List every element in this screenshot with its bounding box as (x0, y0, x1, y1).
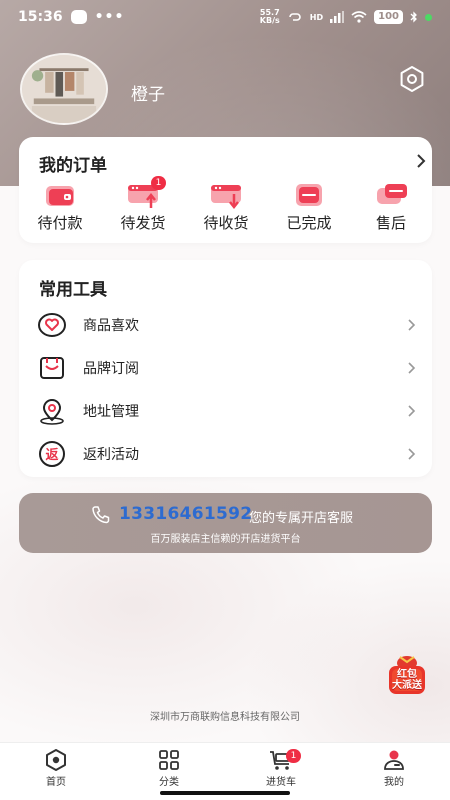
chevron-right-icon (408, 405, 416, 417)
category-icon (159, 750, 179, 770)
orders-card: 我的订单 待付款 1 待发货 待收货 已完成 售后 (19, 137, 432, 243)
customer-service-banner[interactable]: 13316461592 您的专属开店客服 百万服装店主信赖的开店进货平台 (19, 493, 432, 553)
service-phone-number[interactable]: 13316461592 (119, 504, 252, 524)
signal-icon (330, 11, 345, 23)
tool-item-brand-subscription[interactable]: 品牌订阅 (19, 347, 432, 389)
orders-title: 我的订单 (39, 156, 107, 176)
nav-item-home[interactable]: 首页 (26, 749, 86, 788)
tool-label: 品牌订阅 (83, 361, 139, 377)
profile-icon (384, 750, 404, 770)
chevron-right-icon (408, 362, 416, 374)
tool-label: 商品喜欢 (83, 318, 139, 334)
order-pending-shipment[interactable]: 1 待发货 (107, 176, 179, 233)
tool-label: 地址管理 (83, 404, 139, 420)
order-after-sale[interactable]: 售后 (355, 180, 427, 233)
wechat-icon (70, 10, 87, 24)
tool-item-rebate[interactable]: 返 返利活动 (19, 433, 432, 475)
order-label: 已完成 (286, 214, 332, 232)
status-bar: 15:36 ••• 55.7 KB/s HD 100 (0, 0, 450, 34)
service-subtitle: 百万服装店主信赖的开店进货平台 (150, 534, 301, 545)
order-label: 待发货 (120, 214, 166, 232)
nav-label: 首页 (46, 777, 66, 788)
rebate-icon-text: 返 (45, 448, 58, 463)
after-sale-icon (377, 184, 407, 204)
order-label: 售后 (375, 214, 406, 232)
status-time: 15:36 (18, 9, 63, 25)
completed-icon (296, 184, 322, 206)
home-indicator (160, 791, 290, 795)
status-dots: ••• (94, 9, 125, 25)
chevron-right-icon (408, 448, 416, 460)
red-envelope-line2: 大派送 (392, 680, 422, 691)
tools-title: 常用工具 (39, 280, 107, 300)
order-pending-receipt[interactable]: 待收货 (190, 180, 262, 233)
tool-item-address[interactable]: 地址管理 (19, 390, 432, 432)
order-completed[interactable]: 已完成 (273, 180, 345, 233)
net-speed-unit: KB/s (259, 16, 280, 25)
home-icon (46, 749, 66, 771)
order-label: 待付款 (37, 214, 83, 232)
service-label: 您的专属开店客服 (249, 511, 354, 526)
status-indicators: 55.7 KB/s HD 100 (260, 9, 432, 25)
charging-dot (425, 13, 432, 21)
tools-card: 常用工具 商品喜欢 品牌订阅 地址管理 返 返利活动 (19, 260, 432, 477)
bluetooth-icon (410, 11, 417, 23)
battery-indicator: 100 (374, 10, 403, 24)
nav-label: 进货车 (266, 777, 296, 788)
shipment-badge: 1 (151, 176, 166, 190)
red-envelope-text: 红包 大派送 (386, 669, 428, 691)
rebate-icon: 返 (39, 441, 65, 467)
chevron-right-icon (408, 319, 416, 331)
nav-item-profile[interactable]: 我的 (364, 749, 424, 788)
signal-label: HD (309, 12, 324, 22)
wifi-icon (351, 11, 367, 23)
avatar[interactable] (20, 53, 108, 125)
subscribe-icon (40, 357, 64, 379)
settings-icon[interactable] (398, 65, 426, 93)
nav-item-category[interactable]: 分类 (139, 749, 199, 788)
phone-icon (92, 506, 110, 524)
heart-icon (38, 313, 66, 337)
company-name: 深圳市万商联购信息科技有限公司 (150, 712, 300, 723)
username: 橙子 (131, 85, 165, 105)
chevron-right-icon[interactable] (415, 152, 427, 170)
wallet-icon (46, 186, 74, 206)
receive-icon (211, 185, 241, 210)
tool-label: 返利活动 (83, 447, 139, 463)
link-icon (288, 13, 301, 21)
net-speed: 55.7 KB/s (260, 9, 280, 25)
location-icon (40, 398, 64, 425)
cart-badge: 1 (286, 749, 301, 763)
red-envelope-promo[interactable]: 红包 大派送 (386, 653, 428, 699)
order-pending-payment[interactable]: 待付款 (24, 180, 96, 233)
tool-item-favorites[interactable]: 商品喜欢 (19, 304, 432, 346)
order-label: 待收货 (203, 214, 249, 232)
red-envelope-line1: 红包 (397, 669, 417, 680)
avatar-image (22, 55, 106, 123)
nav-item-cart[interactable]: 1 进货车 (251, 749, 311, 788)
nav-label: 分类 (159, 777, 179, 788)
nav-label: 我的 (384, 777, 404, 788)
